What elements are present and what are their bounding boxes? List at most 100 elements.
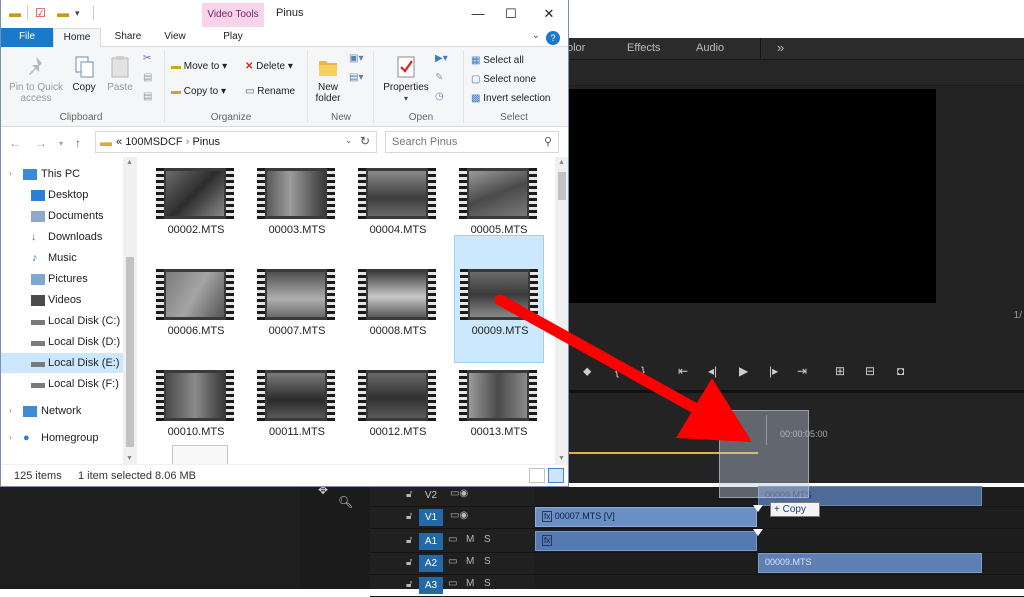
add-marker-icon[interactable]: ⬥ — [583, 364, 591, 379]
clip-a1[interactable]: fx — [535, 531, 757, 551]
scroll-thumb[interactable] — [126, 257, 134, 447]
new-folder-qat-icon[interactable]: ▬ — [57, 6, 69, 20]
zoom-tool-icon[interactable]: 🔍︎ — [338, 495, 353, 509]
customize-qat-icon[interactable]: ▾ — [75, 8, 80, 19]
invert-selection-button[interactable]: ▩ Invert selection — [471, 93, 551, 104]
new-folder-button[interactable]: New folder — [311, 55, 345, 104]
open-icon[interactable]: ▶▾ — [435, 53, 448, 64]
new-item-icon[interactable]: ▣▾ — [349, 53, 363, 64]
track-sync-icon[interactable]: ▭ — [448, 534, 457, 545]
track-label-a2[interactable]: A2 — [419, 555, 443, 572]
close-button[interactable]: ✕ — [534, 4, 564, 24]
mute-button[interactable]: M — [466, 534, 474, 545]
expand-icon[interactable]: › — [9, 401, 12, 421]
properties-button[interactable]: Properties ▾ — [381, 55, 431, 104]
scroll-thumb[interactable] — [558, 172, 566, 200]
expand-icon[interactable]: › — [9, 164, 12, 184]
lift-icon[interactable]: ⊞ — [835, 364, 845, 378]
step-forward-icon[interactable]: |▸ — [769, 364, 778, 378]
nav-item-desktop[interactable]: Desktop — [1, 185, 123, 205]
pin-to-quick-access-button[interactable]: Pin to Quick access — [7, 55, 65, 104]
tab-view[interactable]: View — [157, 28, 193, 47]
cut-icon[interactable]: ✂ — [143, 53, 151, 64]
nav-item-local-disk-e[interactable]: Local Disk (E:) — [1, 353, 123, 373]
minimize-button[interactable]: — — [463, 4, 493, 24]
track-sync-icon[interactable]: ▭ — [448, 556, 457, 567]
collapse-ribbon-icon[interactable]: ⌄ — [532, 30, 540, 41]
tab-play[interactable]: Play — [202, 28, 264, 47]
details-view-button[interactable] — [529, 468, 545, 483]
tab-lumetri-color[interactable]: olor — [567, 42, 585, 54]
file-item[interactable]: 00004.MTS — [353, 162, 443, 262]
solo-button[interactable]: S — [484, 556, 491, 567]
address-dropdown-icon[interactable]: ⌄ — [345, 136, 352, 145]
file-list-scrollbar[interactable]: ▲ ▼ — [555, 157, 568, 464]
copy-to-button[interactable]: ▬ Copy to ▾ — [171, 86, 226, 97]
scroll-down-icon[interactable]: ▼ — [558, 455, 565, 462]
go-to-in-icon[interactable]: ⇤ — [678, 364, 688, 378]
mute-button[interactable]: M — [466, 578, 474, 589]
file-item-selected[interactable]: 00009.MTS — [454, 235, 544, 363]
title-bar[interactable]: ▬ ☑ ▬ ▾ Video Tools Pinus — ☐ ✕ — [1, 0, 568, 28]
tab-audio[interactable]: Audio — [696, 42, 724, 54]
nav-item-pictures[interactable]: Pictures — [1, 269, 123, 289]
file-item[interactable]: 00012.MTS — [353, 364, 443, 464]
nav-item-homegroup[interactable]: › ● Homegroup — [1, 428, 123, 448]
more-tabs-button[interactable]: » — [777, 40, 784, 55]
breadcrumb-pinus[interactable]: Pinus — [192, 136, 220, 148]
lock-icon[interactable]: 🔓︎ — [406, 557, 412, 568]
tab-home[interactable]: Home — [53, 28, 101, 48]
file-item[interactable]: 00008.MTS — [353, 263, 443, 363]
nav-item-downloads[interactable]: ↓ Downloads — [1, 227, 123, 247]
program-monitor-video[interactable] — [565, 89, 936, 303]
lock-icon[interactable]: 🔓︎ — [406, 535, 412, 546]
track-sync-icon[interactable]: ▭ — [448, 578, 457, 589]
expand-icon[interactable]: › — [9, 428, 12, 448]
lock-icon[interactable]: 🔓︎ — [406, 489, 412, 500]
step-back-icon[interactable]: ◂| — [708, 364, 717, 378]
copy-path-icon[interactable]: ▤ — [143, 72, 152, 83]
document-icon[interactable] — [172, 445, 228, 464]
track-label-v1[interactable]: V1 — [419, 509, 443, 526]
select-all-button[interactable]: ▦ Select all — [471, 55, 524, 66]
search-input[interactable]: Search Pinus ⚲ — [385, 131, 559, 153]
file-item[interactable]: 00002.MTS — [151, 162, 241, 262]
select-none-button[interactable]: ▢ Select none — [471, 74, 536, 85]
track-label-v2[interactable]: V2 — [419, 487, 443, 504]
track-output-icon[interactable]: ▭◉ — [450, 510, 468, 521]
navigation-scrollbar[interactable]: ▲ ▼ — [123, 157, 137, 464]
camera-icon[interactable]: ◘ — [897, 364, 904, 378]
tab-share[interactable]: Share — [109, 28, 147, 47]
paste-shortcut-icon[interactable]: ▤ — [143, 91, 152, 102]
lock-icon[interactable]: 🔓︎ — [406, 579, 412, 590]
nav-item-this-pc[interactable]: › This PC — [1, 164, 123, 184]
help-icon[interactable]: ? — [546, 31, 560, 45]
tab-effects[interactable]: Effects — [627, 42, 660, 54]
address-bar[interactable]: ▬ « 100MSDCF › Pinus ⌄ ↻ — [95, 131, 377, 153]
track-label-a1[interactable]: A1 — [419, 533, 443, 550]
breadcrumb-100msdcf[interactable]: 100MSDCF — [125, 136, 182, 148]
refresh-icon[interactable]: ↻ — [360, 134, 370, 148]
nav-item-local-disk-c[interactable]: Local Disk (C:) — [1, 311, 123, 331]
delete-button[interactable]: ✕ Delete ▾ — [245, 61, 293, 72]
mute-button[interactable]: M — [466, 556, 474, 567]
scroll-up-icon[interactable]: ▲ — [126, 159, 133, 166]
play-icon[interactable]: ▶ — [739, 364, 748, 378]
properties-qat-icon[interactable]: ☑ — [35, 6, 46, 20]
clip-v1[interactable]: fx 00007.MTS [V] — [535, 507, 757, 527]
nav-item-videos[interactable]: Videos — [1, 290, 123, 310]
properties-dropdown-icon[interactable]: ▾ — [381, 93, 431, 104]
track-output-icon[interactable]: ▭◉ — [450, 488, 468, 499]
edit-icon[interactable]: ✎ — [435, 72, 443, 83]
file-item[interactable]: 00003.MTS — [252, 162, 342, 262]
file-item[interactable]: 00011.MTS — [252, 364, 342, 464]
large-icons-view-button[interactable] — [548, 468, 564, 483]
file-item[interactable]: 00006.MTS — [151, 263, 241, 363]
search-icon[interactable]: ⚲ — [544, 135, 552, 148]
mark-in-icon[interactable]: { — [615, 364, 619, 378]
maximize-button[interactable]: ☐ — [496, 4, 526, 24]
copy-button[interactable]: Copy — [67, 55, 101, 93]
extract-icon[interactable]: ⊟ — [865, 364, 875, 378]
rename-button[interactable]: ▭ Rename — [245, 86, 295, 97]
tab-file[interactable]: File — [1, 28, 53, 47]
